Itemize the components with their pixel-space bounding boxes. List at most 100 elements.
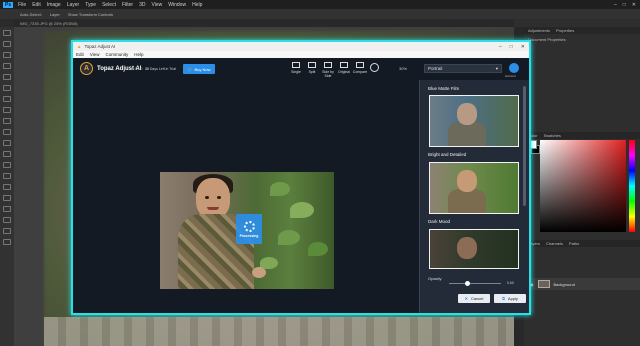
history-brush-tool-icon[interactable] bbox=[3, 129, 11, 135]
ps-menu-select[interactable]: Select bbox=[102, 2, 116, 8]
color-panel-tabs: Color Swatches bbox=[524, 132, 640, 139]
layer-thumbnail bbox=[537, 280, 550, 288]
shape-tool-icon[interactable] bbox=[3, 217, 11, 223]
blur-tool-icon[interactable] bbox=[3, 162, 11, 168]
ps-menu-filter[interactable]: Filter bbox=[122, 2, 133, 8]
trial-status: 30 Days Left in Trial bbox=[145, 67, 176, 71]
ps-menu-file[interactable]: File bbox=[18, 2, 26, 8]
apply-icon: ⧉ bbox=[502, 296, 505, 301]
preset-thumbnail[interactable] bbox=[429, 162, 519, 214]
healing-tool-icon[interactable] bbox=[3, 96, 11, 102]
view-single-label: Single bbox=[291, 70, 301, 74]
maximize-icon[interactable]: □ bbox=[510, 44, 513, 50]
original-view-icon bbox=[340, 62, 348, 68]
hand-tool-icon[interactable] bbox=[3, 228, 11, 234]
menu-edit[interactable]: Edit bbox=[76, 52, 84, 57]
zoom-level[interactable]: 30% bbox=[399, 66, 407, 71]
tab-paths[interactable]: Paths bbox=[569, 241, 579, 246]
processing-overlay: Processing bbox=[236, 214, 262, 244]
show-transform-controls-checkbox[interactable]: Show Transform Controls bbox=[68, 12, 113, 17]
preset-thumbnail[interactable] bbox=[429, 95, 519, 147]
preset-dropdown[interactable]: Portrait ▾ bbox=[424, 64, 502, 73]
cancel-button[interactable]: ✕ Cancel bbox=[458, 294, 490, 303]
buy-now-button[interactable]: 🛒 Buy Now bbox=[183, 64, 215, 74]
tab-swatches[interactable]: Swatches bbox=[544, 133, 561, 138]
trial-text: Days Left in Trial bbox=[149, 67, 176, 71]
preview-area: Processing bbox=[73, 80, 419, 313]
opacity-slider[interactable] bbox=[449, 283, 501, 284]
move-tool-icon[interactable] bbox=[3, 30, 11, 36]
marquee-tool-icon[interactable] bbox=[3, 41, 11, 47]
preset-thumbnail[interactable] bbox=[429, 229, 519, 269]
account-label: Account bbox=[505, 74, 516, 78]
layers-panel-tabs: Layers Channels Paths bbox=[524, 240, 640, 247]
pen-tool-icon[interactable] bbox=[3, 184, 11, 190]
ps-menu-image[interactable]: Image bbox=[47, 2, 61, 8]
gradient-tool-icon[interactable] bbox=[3, 151, 11, 157]
view-split-label: Split bbox=[308, 70, 316, 74]
eraser-tool-icon[interactable] bbox=[3, 140, 11, 146]
ps-menu-layer[interactable]: Layer bbox=[67, 2, 80, 8]
view-compare-label: Compare bbox=[352, 70, 368, 74]
view-side-by-side-button[interactable]: Side by Side bbox=[320, 62, 336, 78]
document-tab[interactable]: IMG_7335.JPG @ 25% (RGB/8) bbox=[20, 21, 78, 26]
view-side-by-side-label: Side by Side bbox=[322, 70, 334, 78]
type-tool-icon[interactable] bbox=[3, 195, 11, 201]
subject-face bbox=[196, 178, 230, 218]
quick-select-tool-icon[interactable] bbox=[3, 63, 11, 69]
stamp-tool-icon[interactable] bbox=[3, 118, 11, 124]
photoshop-options-bar: Auto-Select: Layer Show Transform Contro… bbox=[0, 9, 640, 19]
tab-properties[interactable]: Properties bbox=[556, 28, 574, 33]
apply-button[interactable]: ⧉ Apply bbox=[494, 294, 526, 303]
color-field[interactable] bbox=[540, 140, 626, 232]
ps-menu-3d[interactable]: 3D bbox=[139, 2, 145, 8]
close-icon[interactable]: ✕ bbox=[632, 2, 636, 8]
view-original-label: Original bbox=[337, 70, 351, 74]
ps-menu-type[interactable]: Type bbox=[85, 2, 96, 8]
auto-select-target[interactable]: Layer bbox=[50, 12, 60, 17]
hue-slider[interactable] bbox=[629, 140, 635, 232]
brush-tool-icon[interactable] bbox=[3, 107, 11, 113]
lasso-tool-icon[interactable] bbox=[3, 52, 11, 58]
layer-name: Background bbox=[553, 281, 575, 287]
auto-select-checkbox[interactable]: Auto-Select: bbox=[20, 12, 42, 17]
layer-row[interactable]: ◉ Background bbox=[524, 278, 640, 290]
account-icon[interactable] bbox=[509, 63, 519, 73]
dodge-tool-icon[interactable] bbox=[3, 173, 11, 179]
photoshop-toolbar bbox=[0, 27, 14, 346]
spinner-icon bbox=[243, 220, 255, 232]
tab-adjustments[interactable]: Adjustments bbox=[528, 28, 550, 33]
ps-menu-help[interactable]: Help bbox=[192, 2, 202, 8]
document-properties-label: Document Properties bbox=[528, 37, 566, 42]
close-icon[interactable]: ✕ bbox=[521, 44, 525, 50]
tab-channels[interactable]: Channels bbox=[546, 241, 563, 246]
preview-image[interactable]: Processing bbox=[160, 172, 334, 289]
opacity-slider-handle[interactable] bbox=[464, 280, 470, 286]
minimize-icon[interactable]: – bbox=[499, 44, 502, 50]
ps-menu-edit[interactable]: Edit bbox=[32, 2, 41, 8]
navigator-icon[interactable] bbox=[370, 63, 379, 72]
eyedropper-tool-icon[interactable] bbox=[3, 85, 11, 91]
ps-menu-view[interactable]: View bbox=[152, 2, 163, 8]
minimize-icon[interactable]: – bbox=[614, 2, 617, 8]
photoshop-menubar: Ps File Edit Image Layer Type Select Fil… bbox=[0, 0, 640, 9]
view-original-button[interactable]: Original bbox=[336, 62, 352, 74]
thumb-subject-body bbox=[448, 189, 486, 213]
preset-label: Bright and Detailed bbox=[428, 152, 467, 157]
zoom-tool-icon[interactable] bbox=[3, 239, 11, 245]
menu-help[interactable]: Help bbox=[134, 52, 143, 57]
crop-tool-icon[interactable] bbox=[3, 74, 11, 80]
cart-icon: 🛒 bbox=[187, 66, 193, 72]
view-compare-button[interactable]: Compare bbox=[352, 62, 368, 74]
menu-community[interactable]: Community bbox=[105, 52, 128, 57]
path-select-tool-icon[interactable] bbox=[3, 206, 11, 212]
maximize-icon[interactable]: □ bbox=[623, 2, 626, 8]
menu-view[interactable]: View bbox=[90, 52, 100, 57]
view-single-button[interactable]: Single bbox=[288, 62, 304, 74]
presets-scrollbar[interactable] bbox=[523, 86, 526, 206]
app-version: v1.0.0 bbox=[133, 67, 143, 71]
view-split-button[interactable]: Split bbox=[304, 62, 320, 74]
ps-menu-window[interactable]: Window bbox=[168, 2, 186, 8]
topaz-logo-icon: A bbox=[80, 62, 93, 75]
photoshop-window-controls: – □ ✕ bbox=[614, 0, 636, 9]
